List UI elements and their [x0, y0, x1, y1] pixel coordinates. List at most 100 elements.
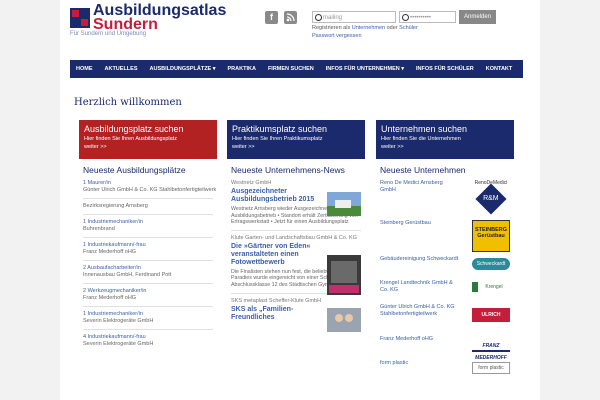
company-logo: FRANZ MEDERHOFF [472, 340, 510, 361]
page-title: Herzlich willkommen [74, 97, 182, 108]
job-company: Severin Elektrogeräte GmbH [83, 341, 154, 347]
company-name: Reno De Medici Arnsberg GmbH [380, 180, 443, 193]
login-button[interactable]: Anmelden [459, 10, 496, 24]
job-title: 1 Industriekaufmann/-frau [83, 242, 146, 248]
banner-title: Unternehmen suchen [381, 124, 468, 134]
nav-aktuelles[interactable]: AKTUELLES [105, 66, 138, 72]
banner-title: Praktikumsplatz suchen [232, 124, 328, 134]
divider [83, 198, 213, 199]
news-image [327, 307, 361, 332]
news-heading: Neueste Unternehmens-News [231, 165, 345, 175]
banner-more: weiter >> [232, 144, 255, 150]
register-prefix: Registrieren als [312, 25, 351, 31]
logo-line2: Sundern [93, 16, 158, 33]
company-name: Krengel Landtechnik GmbH & Co. KG [380, 280, 453, 293]
nav-kontakt[interactable]: KONTAKT [486, 66, 512, 72]
company-name: Steinberg Gerüstbau [380, 220, 431, 226]
news-source: Westnetz GmbH [231, 180, 272, 186]
company-logo: Schweckardt [472, 258, 510, 270]
username-input[interactable]: mailing [312, 11, 396, 23]
banner-ausbildungsplatz[interactable]: Ausbildungsplatz suchen Hier finden Sie … [79, 120, 217, 159]
banner-praktikumsplatz[interactable]: Praktikumsplatz suchen Hier finden Sie I… [227, 120, 365, 159]
list-item[interactable]: 1 Industriemechaniker/in Buhrenbrand [83, 219, 217, 233]
jobs-heading: Neueste Ausbildungsplätze [83, 165, 186, 175]
divider [83, 283, 213, 284]
search-icon [402, 14, 409, 21]
companies-heading: Neueste Unternehmen [380, 165, 466, 175]
register-or: oder [386, 25, 398, 31]
news-item[interactable]: Klute Garten- und Landschaftsbau GmbH & … [227, 234, 365, 295]
banner-sub: Hier finden Sie Ihren Ausbildungsplatz [84, 136, 177, 142]
username-placeholder: mailing [323, 15, 343, 21]
list-item[interactable]: 2 Ausbaufacharbeiter/in Innenausbau GmbH,… [83, 265, 217, 279]
job-company: Franz Mederhoff oHG [83, 295, 137, 301]
nav-ausbildungsplaetze[interactable]: AUSBILDUNGSPLÄTZE ▾ [150, 66, 216, 72]
news-image [327, 192, 361, 216]
nav-infos-unternehmen[interactable]: INFOS FÜR UNTERNEHMEN ▾ [326, 66, 404, 72]
divider [83, 237, 213, 238]
job-title: 1 Maurer/in [83, 180, 111, 186]
banner-sub: Hier finden Sie Ihren Praktikumsplatz [232, 136, 323, 142]
list-item[interactable]: Gebäudereinigung Schweckardt Schweckardt [380, 256, 510, 280]
company-name: form plastic [380, 360, 409, 366]
list-item[interactable]: form plastic form plastic [380, 360, 510, 380]
news-item[interactable]: SKS metaplast Scheffer-Klute GmbH SKS al… [227, 297, 365, 332]
logo-mark[interactable] [70, 8, 90, 28]
job-company: Franz Mederhoff oHG [83, 249, 137, 255]
register-companies-link[interactable]: Unternehmen [352, 25, 385, 31]
list-item[interactable]: 1 Industriemechaniker/in Severin Elektrog… [83, 311, 217, 325]
news-image [327, 254, 361, 295]
news-source: Klute Garten- und Landschaftsbau GmbH & … [231, 234, 357, 241]
job-company: Innenausbau GmbH, Ferdinand Pott [83, 272, 172, 278]
list-item[interactable]: Steinberg Gerüstbau STEINBERG Gerüstbau [380, 220, 510, 256]
list-item[interactable]: 2 Werkzeugmechaniker/in Franz Mederhoff o… [83, 288, 217, 302]
search-icon [315, 14, 322, 21]
company-logo: ULRICH [472, 308, 510, 322]
rss-icon[interactable] [284, 11, 297, 24]
banner-unternehmen[interactable]: Unternehmen suchen Hier finden Sie die U… [376, 120, 514, 159]
list-item[interactable]: Günter Ulrich GmbH & Co. KG Stahlbetonfe… [380, 304, 510, 336]
divider [83, 260, 213, 261]
banner-sub: Hier finden Sie die Unternehmen [381, 136, 461, 142]
company-logo: STEINBERG Gerüstbau [472, 220, 510, 252]
nav-infos-schueler[interactable]: INFOS FÜR SCHÜLER [416, 66, 474, 72]
banner-more: weiter >> [84, 144, 107, 150]
list-item[interactable]: Reno De Medici Arnsberg GmbH RenoDeMedic… [380, 180, 510, 220]
job-title: 2 Ausbaufacharbeiter/in [83, 265, 141, 271]
nav-praktika[interactable]: PRAKTIKA [228, 66, 256, 72]
news-source: SKS metaplast Scheffer-Klute GmbH [231, 297, 322, 304]
news-item[interactable]: Westnetz GmbH Ausgezeichneter Ausbildung… [227, 180, 365, 226]
divider [231, 229, 361, 231]
facebook-icon[interactable]: f [265, 11, 278, 24]
rss-glyph [286, 13, 295, 22]
divider [83, 214, 213, 215]
register-students-link[interactable]: Schüler [399, 25, 418, 31]
site-logo[interactable]: Ausbildungsatlas Sundern [93, 3, 226, 33]
news-title: Ausgezeichneter Ausbildungsbetrieb 2015 [231, 188, 315, 203]
list-item[interactable]: 1 Industriekaufmann/-frau Franz Mederhoff… [83, 242, 217, 256]
list-item[interactable]: 1 Maurer/in Günter Ulrich GmbH & Co. KG S… [83, 180, 217, 194]
password-placeholder: •••••••••• [410, 15, 432, 21]
nav-firmen-suchen[interactable]: FIRMEN SUCHEN [268, 66, 314, 72]
company-logo: form plastic [472, 362, 510, 374]
logo-text: R&M [483, 195, 499, 202]
company-logo: Krengel [472, 282, 510, 292]
banner-title: Ausbildungsplatz suchen [84, 124, 184, 134]
password-input[interactable]: •••••••••• [399, 11, 456, 23]
jobs-column: Ausbildungsplatz suchen Hier finden Sie … [79, 120, 217, 348]
banner-more: weiter >> [381, 144, 404, 150]
company-name: Franz Mederhoff oHG [380, 336, 434, 342]
divider [83, 329, 213, 330]
forgot-password-link[interactable]: Passwort vergessen [312, 33, 362, 39]
company-logo: RenoDeMedici R&M [472, 180, 510, 216]
list-item[interactable]: 4 Industriekaufmann/-frau Severin Elektro… [83, 334, 217, 348]
job-title: 4 Industriekaufmann/-frau [83, 334, 146, 340]
company-name: Gebäudereinigung Schweckardt [380, 256, 459, 262]
nav-home[interactable]: HOME [76, 66, 93, 72]
job-company: Günter Ulrich GmbH & Co. KG Stahlbetonfe… [83, 187, 217, 193]
list-item[interactable]: Bezirksregierung Arnsberg [83, 203, 217, 210]
list-item[interactable]: Krengel Landtechnik GmbH & Co. KG Krenge… [380, 280, 510, 304]
list-item[interactable]: Franz Mederhoff oHG FRANZ MEDERHOFF [380, 336, 510, 361]
job-company: Buhrenbrand [83, 226, 115, 232]
register-line: Registrieren als Unternehmen oder Schüle… [312, 25, 418, 31]
